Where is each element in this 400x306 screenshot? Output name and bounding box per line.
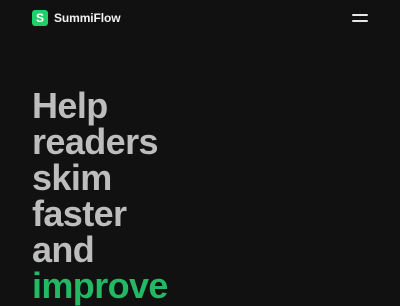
site-header: S SummiFlow <box>0 0 400 36</box>
hero-accent-line: improve <box>32 265 168 306</box>
hero-line: Help <box>32 85 108 126</box>
hero-line: skim <box>32 157 112 198</box>
hero-line: and <box>32 229 95 270</box>
brand-home-link[interactable]: S SummiFlow <box>32 10 121 26</box>
menu-icon-line-bottom <box>352 20 368 22</box>
menu-icon-line-top <box>352 14 368 16</box>
hero-headline: Help readers skim faster and improve <box>32 88 372 304</box>
brand-logo-icon: S <box>32 10 48 26</box>
brand-name: SummiFlow <box>54 11 121 25</box>
menu-button[interactable] <box>350 11 370 25</box>
hero-line: readers <box>32 121 159 162</box>
hero-line: faster <box>32 193 127 234</box>
